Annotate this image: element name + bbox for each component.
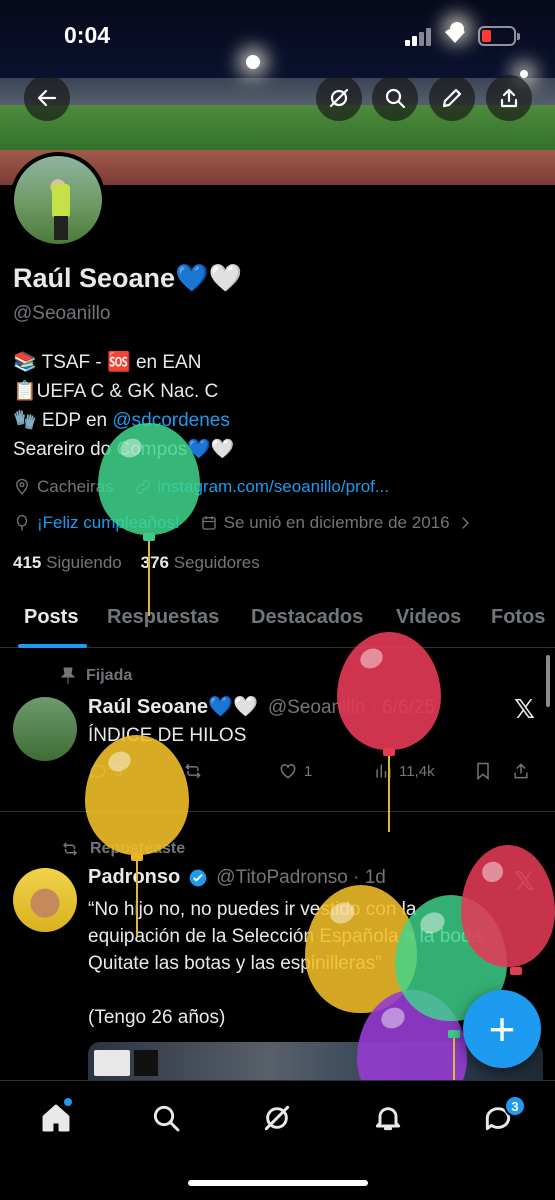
profile-tabs: Posts Respuestas Destacados Videos Fotos — [0, 600, 555, 648]
compose-button[interactable]: + — [463, 990, 541, 1068]
tab-replies[interactable]: Respuestas — [107, 606, 219, 629]
tab-photos[interactable]: Fotos — [491, 606, 545, 629]
pin-icon — [60, 667, 76, 684]
profile-joined: Se unió en diciembre de 2016 — [223, 513, 450, 532]
share-button[interactable] — [486, 75, 532, 121]
like-button[interactable]: 1 — [278, 761, 373, 781]
search-button[interactable] — [372, 75, 418, 121]
nav-search[interactable] — [146, 1098, 186, 1138]
plus-icon: + — [488, 1003, 516, 1055]
signal-icon — [405, 28, 433, 46]
home-indicator — [188, 1180, 368, 1186]
back-button[interactable] — [24, 75, 70, 121]
pinned-label: Fijada — [60, 667, 132, 685]
tab-videos[interactable]: Videos — [396, 606, 461, 629]
grok-button[interactable] — [316, 75, 362, 121]
battery-icon — [478, 26, 520, 46]
post-avatar[interactable] — [13, 697, 77, 761]
messages-badge: 3 — [504, 1095, 526, 1117]
post-avatar[interactable] — [13, 868, 77, 932]
location-pin-icon — [16, 478, 28, 495]
grok-icon — [329, 88, 349, 108]
bookmark-icon[interactable] — [473, 761, 493, 781]
bio-line: 📋UEFA C & GK Nac. C — [13, 381, 219, 402]
chevron-right-icon[interactable] — [456, 514, 474, 532]
balloon-red — [461, 845, 555, 967]
bookmark-share-group — [473, 761, 531, 781]
profile-avatar[interactable] — [10, 152, 106, 248]
balloon-red — [337, 632, 441, 750]
tab-posts[interactable]: Posts — [24, 606, 78, 629]
share-icon — [500, 88, 518, 108]
profile-meta-row: Cacheiras instagram.com/seoanillo/prof..… — [13, 477, 389, 497]
share-icon[interactable] — [511, 761, 531, 781]
verified-badge-icon — [189, 869, 207, 886]
profile-name: Raúl Seoane💙🤍 — [13, 263, 243, 293]
home-icon — [42, 1104, 70, 1132]
follow-stats: 415 Siguiendo 376 Seguidores — [13, 553, 260, 573]
calendar-icon — [201, 516, 216, 530]
search-icon — [385, 88, 406, 109]
home-notification-dot — [64, 1098, 72, 1106]
nav-grok[interactable] — [257, 1098, 297, 1138]
followers-link[interactable]: 376 Seguidores — [141, 553, 260, 572]
pencil-icon — [442, 88, 462, 108]
status-time: 0:04 — [64, 22, 111, 48]
edit-button[interactable] — [429, 75, 475, 121]
scrollbar[interactable] — [546, 655, 550, 707]
repost-button[interactable] — [183, 761, 278, 781]
heart-icon — [280, 763, 296, 779]
profile-handle: @Seoanillo — [13, 303, 111, 324]
following-link[interactable]: 415 Siguiendo — [13, 553, 122, 572]
views-icon — [376, 764, 391, 778]
nav-notifications[interactable] — [368, 1098, 408, 1138]
arrow-left-icon — [37, 89, 57, 107]
grok-icon — [264, 1105, 290, 1131]
wifi-icon — [444, 26, 466, 50]
status-bar: 0:04 — [0, 0, 555, 70]
post-header: Padronso @TitoPadronso · 1d — [88, 866, 386, 889]
search-icon — [153, 1105, 180, 1132]
repost-icon — [62, 842, 78, 856]
bio-line: 📚 TSAF - 🆘 en EAN — [13, 352, 202, 373]
bell-icon — [375, 1107, 401, 1131]
x-logo-icon: 𝕏 — [514, 694, 535, 724]
active-tab-indicator — [18, 644, 87, 648]
balloon-icon — [16, 514, 28, 531]
post-divider — [0, 811, 555, 812]
post-author[interactable]: Padronso — [88, 866, 180, 889]
tab-highlights[interactable]: Destacados — [251, 606, 363, 629]
post-author[interactable]: Raúl Seoane💙🤍 — [88, 694, 258, 719]
balloon-yellow — [85, 735, 189, 855]
balloon-green — [98, 423, 200, 535]
profile-meta-row: ¡Feliz cumpleaños! Se unió en diciembre … — [13, 513, 474, 533]
